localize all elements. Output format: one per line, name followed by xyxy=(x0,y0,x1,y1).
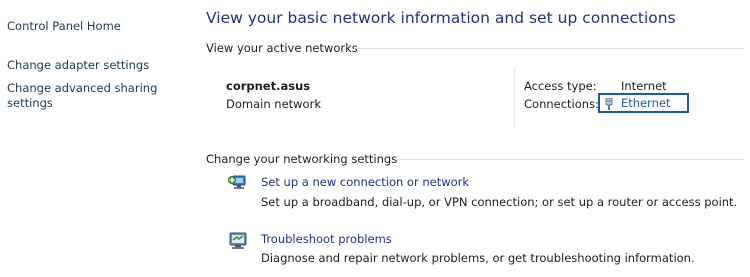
change-advanced-sharing-link[interactable]: Change advanced sharing settings xyxy=(7,81,167,111)
change-settings-divider xyxy=(398,159,744,160)
setup-connection-description: Set up a broadband, dial-up, or VPN conn… xyxy=(261,195,738,209)
connections-label: Connections: xyxy=(524,97,599,111)
ethernet-label: Ethernet xyxy=(621,96,671,110)
active-networks-header: View your active networks xyxy=(206,41,358,55)
sidebar: Control Panel Home Change adapter settin… xyxy=(0,0,180,277)
network-details-divider xyxy=(514,68,515,128)
network-setup-icon xyxy=(228,175,246,189)
change-adapter-settings-link[interactable]: Change adapter settings xyxy=(7,58,149,73)
setup-connection-link[interactable]: Set up a new connection or network xyxy=(261,175,469,190)
ethernet-plug-icon xyxy=(605,98,613,110)
network-name: corpnet.asus xyxy=(226,79,311,93)
ethernet-connection-link[interactable]: Ethernet xyxy=(598,93,689,113)
troubleshoot-icon xyxy=(229,232,247,249)
troubleshoot-link[interactable]: Troubleshoot problems xyxy=(261,232,392,247)
active-networks-divider xyxy=(354,48,744,49)
control-panel-home-link[interactable]: Control Panel Home xyxy=(7,19,121,34)
access-type-label: Access type: xyxy=(524,79,597,93)
network-category: Domain network xyxy=(226,97,321,111)
network-sharing-center: Control Panel Home Change adapter settin… xyxy=(0,0,750,277)
change-settings-header: Change your networking settings xyxy=(206,152,398,166)
access-type-value: Internet xyxy=(621,79,667,93)
page-title: View your basic network information and … xyxy=(206,9,676,27)
troubleshoot-description: Diagnose and repair network problems, or… xyxy=(261,251,695,265)
